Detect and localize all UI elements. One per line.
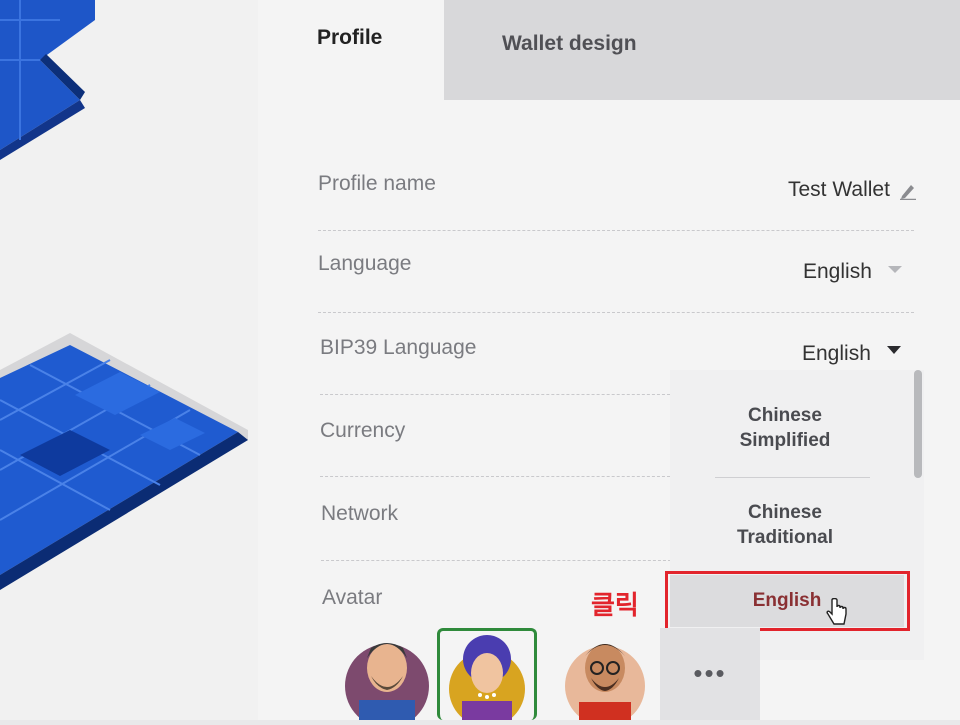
dropdown-option-chinese-traditional[interactable]: Chinese Traditional: [670, 500, 900, 550]
row-language[interactable]: Language English: [318, 252, 914, 284]
divider: [320, 394, 670, 395]
currency-label: Currency: [320, 419, 406, 442]
row-bip39-language[interactable]: BIP39 Language English: [320, 336, 916, 366]
row-avatar: Avatar: [322, 586, 582, 616]
avatar-label: Avatar: [322, 586, 383, 609]
language-value[interactable]: English: [803, 260, 872, 284]
dropdown-option-chinese-simplified[interactable]: Chinese Simplified: [670, 403, 900, 453]
more-avatars-button[interactable]: •••: [660, 628, 760, 720]
language-label: Language: [318, 252, 412, 275]
divider: [321, 560, 671, 561]
divider: [318, 230, 914, 231]
chevron-down-icon[interactable]: [888, 266, 902, 273]
option-line: Chinese: [748, 502, 822, 523]
chevron-down-icon[interactable]: [887, 346, 901, 354]
divider: [320, 476, 670, 477]
row-currency[interactable]: Currency: [320, 419, 660, 449]
tab-wallet-design[interactable]: Wallet design: [444, 0, 960, 100]
bip39-language-value[interactable]: English: [802, 342, 871, 366]
avatar-woman-curly-hair-icon: [449, 635, 525, 725]
click-annotation: 클릭: [591, 590, 639, 620]
avatar-picker: •••: [0, 628, 960, 725]
tab-profile-label: Profile: [317, 26, 383, 49]
highlight-box: [665, 571, 910, 631]
avatar-man-beard-icon: [345, 643, 429, 725]
dropdown-scrollbar[interactable]: [914, 370, 922, 478]
tab-profile[interactable]: Profile: [258, 0, 444, 92]
network-label: Network: [321, 502, 399, 525]
option-line: Traditional: [736, 527, 834, 548]
row-profile-name: Profile name Test Wallet: [318, 172, 916, 205]
tab-wallet-design-label: Wallet design: [502, 32, 637, 55]
option-line: Chinese: [748, 405, 822, 426]
pencil-icon[interactable]: [900, 182, 916, 205]
option-line: Simplified: [739, 430, 831, 451]
avatar-option[interactable]: [555, 628, 655, 725]
row-network[interactable]: Network: [321, 502, 661, 532]
avatar-option[interactable]: [337, 628, 437, 725]
profile-name-value[interactable]: Test Wallet: [788, 178, 890, 202]
divider: [318, 312, 914, 313]
profile-name-label: Profile name: [318, 172, 436, 195]
avatar-option-selected[interactable]: [437, 628, 537, 725]
decorative-artwork: [0, 0, 258, 720]
bip39-language-label: BIP39 Language: [320, 336, 477, 359]
tab-bar: Profile Wallet design: [258, 0, 960, 100]
dropdown-separator: [715, 477, 870, 478]
avatar-man-glasses-icon: [565, 644, 645, 725]
